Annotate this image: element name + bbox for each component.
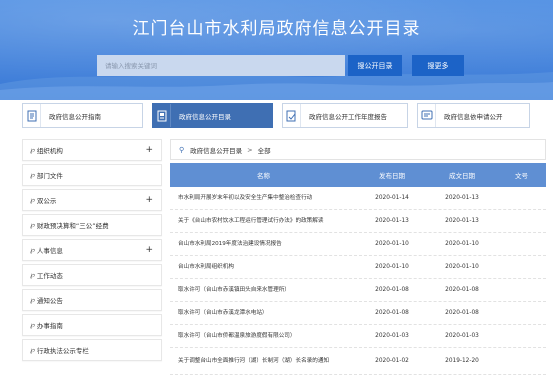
catalog-content: ⚲ 政府信息公开目录 > 全部 名称 发布日期 成文日期 文号 市水利局开展岁末…	[170, 139, 546, 375]
row-published: 2020-01-08	[375, 287, 409, 293]
table-row[interactable]: 取水许可（台山市侨都温泉旅游度假有限公司） 2020-01-03 2020-01…	[170, 325, 546, 348]
sidebar-item-label: 部门文件	[36, 172, 63, 180]
column-header-published: 发布日期	[379, 172, 405, 180]
tab-annual-report[interactable]: 政府信息公开工作年度报告	[282, 103, 408, 128]
row-published: 2020-01-03	[375, 333, 409, 339]
row-effective: 2020-01-13	[445, 195, 479, 201]
column-header-name: 名称	[257, 172, 270, 180]
row-published: 2020-01-14	[375, 195, 409, 201]
table-row[interactable]: 取水许可（台山市赤溪镇田头自来水管理所） 2020-01-08 2020-01-…	[170, 279, 546, 302]
sidebar-item-label: 财政预决算和“三公”经费	[36, 222, 109, 230]
row-title[interactable]: 取水许可（台山市赤溪龙潭水电站）	[170, 309, 357, 318]
expand-icon[interactable]: +	[145, 145, 153, 155]
leaf-icon: ℘	[30, 321, 35, 329]
tab-label: 政府信息公开工作年度报告	[309, 112, 387, 121]
sidebar-item-personnel[interactable]: ℘ 人事信息 +	[22, 239, 162, 261]
table-row[interactable]: 关于《台山市农村饮水工程运行管理试行办法》的政策解读 2020-01-13 20…	[170, 210, 546, 233]
search-input[interactable]	[97, 55, 345, 76]
document-icon	[23, 104, 41, 127]
column-header-doc-no: 文号	[515, 172, 528, 180]
sidebar-item-label: 组织机构	[36, 147, 63, 155]
report-icon	[283, 104, 301, 127]
leaf-icon: ℘	[30, 346, 35, 354]
row-effective: 2020-01-10	[445, 264, 479, 270]
leaf-icon: ℘	[30, 296, 35, 304]
header-banner: 江门台山市水利局政府信息公开目录 搜公开目录 搜更多	[0, 0, 553, 100]
row-effective: 2020-01-10	[445, 241, 479, 247]
leaf-icon: ℘	[30, 196, 35, 204]
table-row[interactable]: 市水利局开展岁末年初以及安全生产集中整治检查行动 2020-01-14 2020…	[170, 187, 546, 210]
sidebar-item-enforcement[interactable]: ℘ 行政执法公示专栏	[22, 339, 162, 361]
row-published: 2020-01-13	[375, 218, 409, 224]
breadcrumb-current: 全部	[257, 146, 271, 155]
sidebar-item-label: 办事指南	[36, 322, 63, 330]
table-row[interactable]: 关于调整台山市全面推行河（湖）长制河（湖）长名录的通知 2020-01-02 2…	[170, 348, 546, 375]
row-effective: 2020-01-08	[445, 310, 479, 316]
breadcrumb: ⚲ 政府信息公开目录 > 全部	[170, 139, 546, 160]
sidebar-item-label: 人事信息	[36, 247, 63, 255]
row-published: 2020-01-08	[375, 310, 409, 316]
table-row[interactable]: 台山市水利局组织机构 2020-01-10 2020-01-10	[170, 256, 546, 279]
row-title[interactable]: 关于调整台山市全面推行河（湖）长制河（湖）长名录的通知	[170, 357, 357, 366]
sidebar-item-notices[interactable]: ℘ 通知公告	[22, 289, 162, 311]
tab-disclosure-catalog[interactable]: 政府信息公开目录	[152, 103, 273, 128]
table-row[interactable]: 台山市水利局2019年度法治建设情况报告 2020-01-10 2020-01-…	[170, 233, 546, 256]
column-header-effective: 成文日期	[449, 172, 475, 180]
breadcrumb-root[interactable]: 政府信息公开目录	[190, 145, 242, 155]
row-title[interactable]: 关于《台山市农村饮水工程运行管理试行办法》的政策解读	[170, 217, 357, 226]
catalog-tabs: 政府信息公开指南 政府信息公开目录 政府信息公开工作年度报告 政府信息依申请公开	[22, 103, 530, 128]
search-bar: 搜公开目录 搜更多	[97, 55, 464, 76]
search-catalog-button[interactable]: 搜公开目录	[348, 55, 402, 76]
location-pin-icon: ⚲	[179, 145, 185, 154]
row-effective: 2020-01-13	[445, 218, 479, 224]
expand-icon[interactable]: +	[145, 195, 153, 205]
category-sidebar: ℘ 组织机构 + ℘ 部门文件 ℘ 双公示 + ℘ 财政预决算和“三公”经费 ℘ 人事信息…	[22, 139, 162, 364]
sidebar-item-organization[interactable]: ℘ 组织机构 +	[22, 139, 162, 161]
sidebar-item-label: 通知公告	[36, 297, 63, 305]
row-title[interactable]: 台山市水利局组织机构	[170, 263, 357, 272]
leaf-icon: ℘	[30, 271, 35, 279]
row-effective: 2020-01-08	[445, 287, 479, 293]
breadcrumb-separator: >	[247, 145, 253, 154]
leaf-icon: ℘	[30, 246, 35, 254]
row-published: 2020-01-02	[375, 358, 409, 364]
tab-disclosure-guide[interactable]: 政府信息公开指南	[22, 103, 143, 128]
table-header: 名称 发布日期 成文日期 文号	[170, 163, 546, 187]
search-more-button[interactable]: 搜更多	[412, 55, 464, 76]
leaf-icon: ℘	[30, 221, 35, 229]
row-title[interactable]: 取水许可（台山市赤溪镇田头自来水管理所）	[170, 286, 357, 295]
expand-icon[interactable]: +	[145, 245, 153, 255]
catalog-icon	[153, 104, 171, 127]
site-title: 江门台山市水利局政府信息公开目录	[132, 19, 421, 39]
sidebar-item-department-documents[interactable]: ℘ 部门文件	[22, 164, 162, 186]
row-effective: 2019-12-20	[445, 358, 479, 364]
sidebar-item-work-news[interactable]: ℘ 工作动态	[22, 264, 162, 286]
row-title[interactable]: 市水利局开展岁末年初以及安全生产集中整治检查行动	[170, 194, 357, 203]
row-title[interactable]: 取水许可（台山市侨都温泉旅游度假有限公司）	[170, 332, 357, 341]
tab-application-disclosure[interactable]: 政府信息依申请公开	[417, 103, 530, 128]
application-icon	[418, 104, 436, 127]
tab-label: 政府信息公开指南	[49, 112, 101, 121]
leaf-icon: ℘	[30, 146, 35, 154]
sidebar-item-label: 工作动态	[36, 272, 63, 280]
sidebar-item-label: 行政执法公示专栏	[36, 347, 89, 355]
row-published: 2020-01-10	[375, 264, 409, 270]
tab-label: 政府信息依申请公开	[444, 112, 503, 121]
leaf-icon: ℘	[30, 171, 35, 179]
tab-label: 政府信息公开目录	[179, 112, 231, 121]
row-title[interactable]: 台山市水利局2019年度法治建设情况报告	[170, 240, 357, 249]
sidebar-item-budget[interactable]: ℘ 财政预决算和“三公”经费	[22, 214, 162, 236]
sidebar-item-service-guide[interactable]: ℘ 办事指南	[22, 314, 162, 336]
table-row[interactable]: 取水许可（台山市赤溪龙潭水电站） 2020-01-08 2020-01-08	[170, 302, 546, 325]
sidebar-item-double-publicity[interactable]: ℘ 双公示 +	[22, 189, 162, 211]
sidebar-item-label: 双公示	[36, 197, 57, 205]
row-published: 2020-01-10	[375, 241, 409, 247]
row-effective: 2020-01-03	[445, 333, 479, 339]
